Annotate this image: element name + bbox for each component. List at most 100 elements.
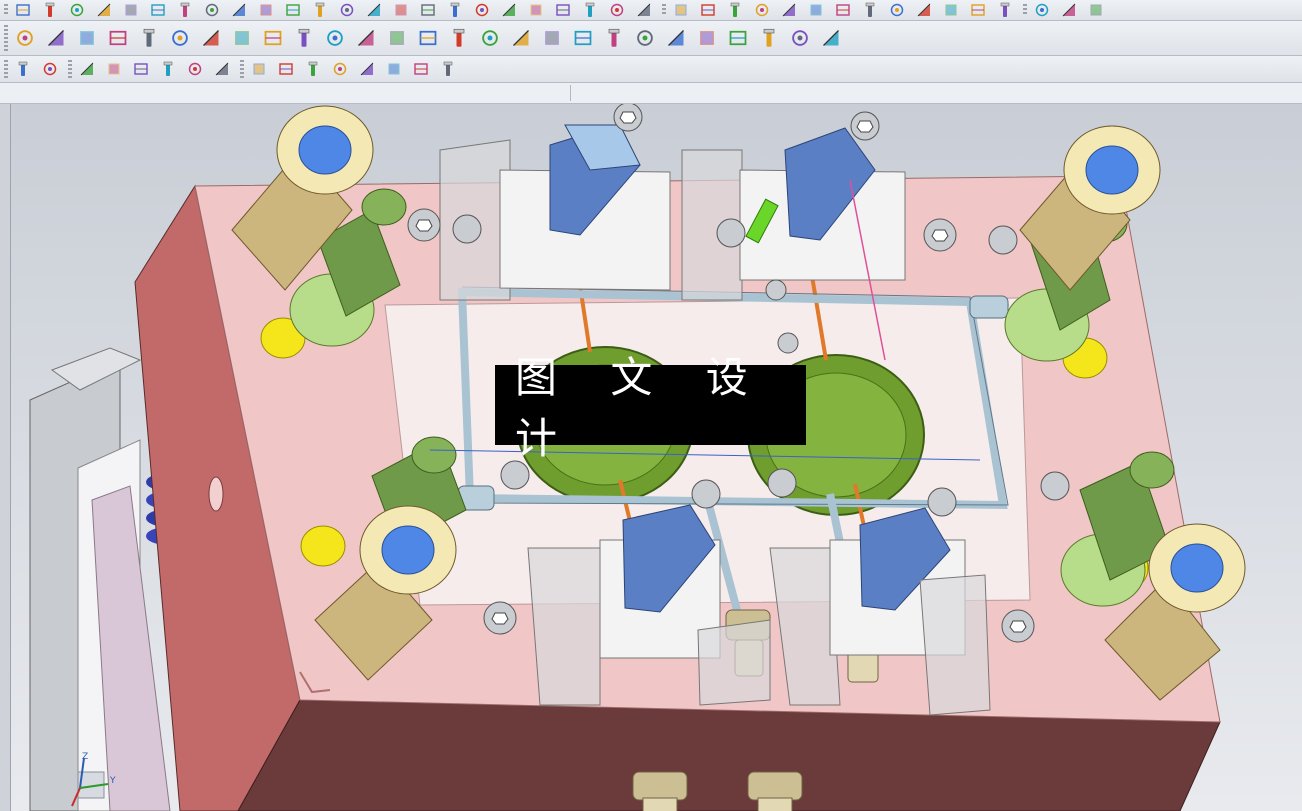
tb1-tool-icon[interactable] (608, 1, 626, 19)
toolbar-grip[interactable] (1023, 4, 1027, 16)
tb1-tool-icon[interactable] (446, 1, 464, 19)
tb1-tool-icon[interactable] (915, 1, 933, 19)
tb2-tool-icon[interactable] (572, 27, 594, 49)
tb1-tool-icon[interactable] (473, 1, 491, 19)
tb3-tool-icon[interactable] (385, 60, 403, 78)
tb1-tool-icon[interactable] (1087, 1, 1105, 19)
tb1-tool-icon[interactable] (14, 1, 32, 19)
tb1-tool-icon[interactable] (284, 1, 302, 19)
plate-side-hole (208, 476, 224, 512)
toolbar-grip[interactable] (4, 60, 8, 78)
tb1-tool-icon[interactable] (699, 1, 717, 19)
tb3-tool-icon[interactable] (186, 60, 204, 78)
tb2-tool-icon[interactable] (262, 27, 284, 49)
yellow-pad-3 (300, 525, 346, 567)
tb1-tool-icon[interactable] (942, 1, 960, 19)
tb1-tool-icon[interactable] (176, 1, 194, 19)
tb3-tool-icon[interactable] (439, 60, 457, 78)
tb2-tool-icon[interactable] (510, 27, 532, 49)
slider-assembly-top-left (439, 124, 671, 301)
tb1-tool-icon[interactable] (726, 1, 744, 19)
tb2-tool-icon[interactable] (231, 27, 253, 49)
tb3-tool-icon[interactable] (304, 60, 322, 78)
tb2-tool-icon[interactable] (665, 27, 687, 49)
slider-assembly-top-right (681, 127, 906, 301)
tb3-tool-icon[interactable] (250, 60, 268, 78)
tb2-tool-icon[interactable] (293, 27, 315, 49)
watermark-banner: 图 文 设 计 (495, 353, 806, 463)
tb1-tool-icon[interactable] (1033, 1, 1051, 19)
tb3-tool-icon[interactable] (105, 60, 123, 78)
tb1-tool-icon[interactable] (861, 1, 879, 19)
tb1-tool-icon[interactable] (257, 1, 275, 19)
tb2-tool-icon[interactable] (45, 27, 67, 49)
tb3-tool-icon[interactable] (412, 60, 430, 78)
tb3-tool-icon[interactable] (14, 60, 32, 78)
tb1-tool-icon[interactable] (68, 1, 86, 19)
tb2-tool-icon[interactable] (479, 27, 501, 49)
toolbar-grip[interactable] (4, 25, 8, 51)
tb1-tool-icon[interactable] (554, 1, 572, 19)
tb2-tool-icon[interactable] (107, 27, 129, 49)
tb3-tool-icon[interactable] (78, 60, 96, 78)
tb2-tool-icon[interactable] (541, 27, 563, 49)
tb1-tool-icon[interactable] (753, 1, 771, 19)
toolbar-grip[interactable] (240, 60, 244, 78)
graphics-viewport[interactable]: Z Y 图 文 设 计 (0, 104, 1302, 811)
tb1-tool-icon[interactable] (969, 1, 987, 19)
tb2-tool-icon[interactable] (76, 27, 98, 49)
tb2-tool-icon[interactable] (789, 27, 811, 49)
tb2-tool-icon[interactable] (324, 27, 346, 49)
tb1-tool-icon[interactable] (95, 1, 113, 19)
tb1-tool-icon[interactable] (365, 1, 383, 19)
tb1-tool-icon[interactable] (500, 1, 518, 19)
toolbar-grip[interactable] (4, 4, 8, 16)
tb3-tool-icon[interactable] (358, 60, 376, 78)
tb2-tool-icon[interactable] (200, 27, 222, 49)
tb2-tool-icon[interactable] (417, 27, 439, 49)
tb2-tool-icon[interactable] (14, 27, 36, 49)
toolbar-grip[interactable] (662, 4, 666, 16)
tb2-tool-icon[interactable] (448, 27, 470, 49)
tb1-tool-icon[interactable] (203, 1, 221, 19)
tb1-tool-icon[interactable] (807, 1, 825, 19)
toolbar-grip[interactable] (68, 60, 72, 78)
tb3-tool-icon[interactable] (213, 60, 231, 78)
tb2-tool-icon[interactable] (355, 27, 377, 49)
tb1-tool-icon[interactable] (996, 1, 1014, 19)
tb1-tool-icon[interactable] (230, 1, 248, 19)
tb1-tool-icon[interactable] (41, 1, 59, 19)
tb3-tool-icon[interactable] (159, 60, 177, 78)
toolbar-row-4-status (0, 83, 1302, 104)
tb2-tool-icon[interactable] (634, 27, 656, 49)
tb1-tool-icon[interactable] (672, 1, 690, 19)
tb2-tool-icon[interactable] (696, 27, 718, 49)
tb2-tool-icon[interactable] (138, 27, 160, 49)
pipe-fitting-right (969, 295, 1009, 319)
tb1-tool-icon[interactable] (888, 1, 906, 19)
tb3-tool-icon[interactable] (331, 60, 349, 78)
triad-label-z: Z (82, 752, 89, 762)
tb1-tool-icon[interactable] (392, 1, 410, 19)
tb2-tool-icon[interactable] (758, 27, 780, 49)
tb2-tool-icon[interactable] (820, 27, 842, 49)
tb3-tool-icon[interactable] (132, 60, 150, 78)
tb3-tool-icon[interactable] (41, 60, 59, 78)
tb1-tool-icon[interactable] (581, 1, 599, 19)
tb2-tool-icon[interactable] (169, 27, 191, 49)
tb1-tool-icon[interactable] (834, 1, 852, 19)
tb2-tool-icon[interactable] (727, 27, 749, 49)
tb1-tool-icon[interactable] (122, 1, 140, 19)
tb1-tool-icon[interactable] (1060, 1, 1078, 19)
tb2-tool-icon[interactable] (386, 27, 408, 49)
tb1-tool-icon[interactable] (149, 1, 167, 19)
tb1-tool-icon[interactable] (527, 1, 545, 19)
tb1-tool-icon[interactable] (419, 1, 437, 19)
tb1-tool-icon[interactable] (780, 1, 798, 19)
triad-label-y: Y (110, 776, 116, 786)
tb1-tool-icon[interactable] (635, 1, 653, 19)
tb1-tool-icon[interactable] (338, 1, 356, 19)
tb1-tool-icon[interactable] (311, 1, 329, 19)
tb2-tool-icon[interactable] (603, 27, 625, 49)
tb3-tool-icon[interactable] (277, 60, 295, 78)
